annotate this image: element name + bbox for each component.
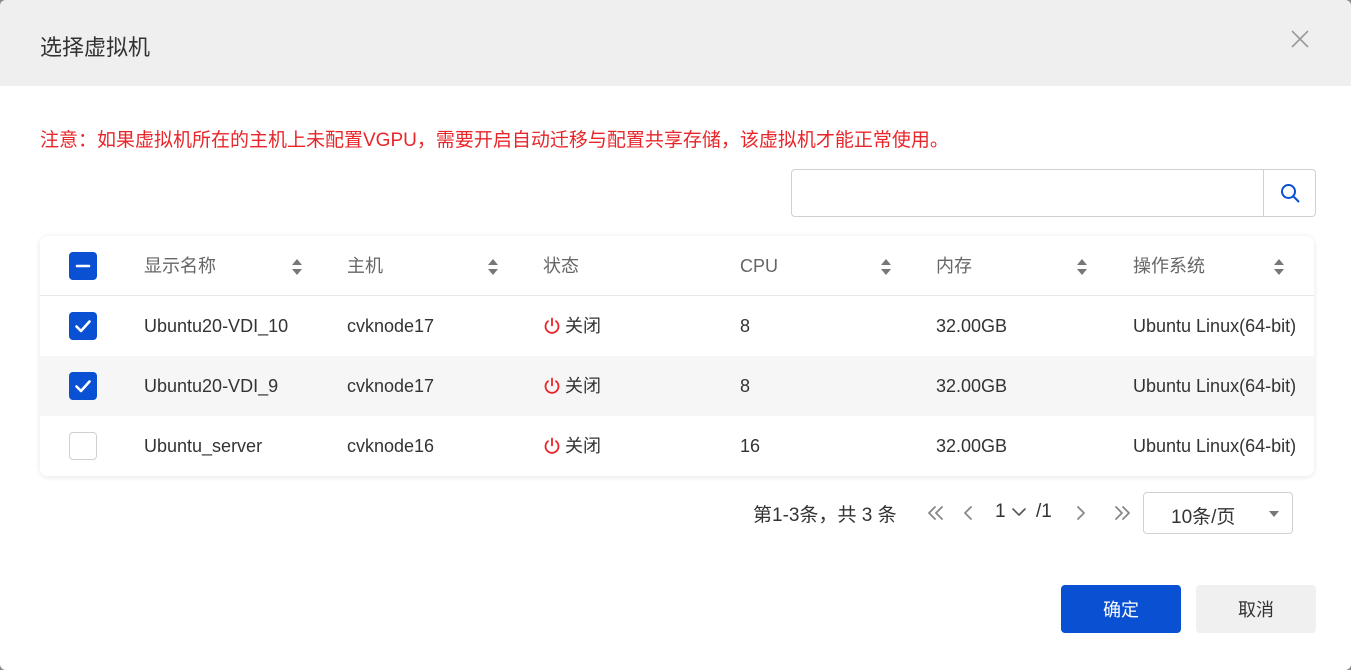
chevron-down-icon (1010, 503, 1028, 521)
page-summary: 第1-3条，共 3 条 (753, 505, 897, 526)
vm-cpu: 16 (740, 436, 761, 456)
last-page-button[interactable] (1111, 502, 1133, 524)
header-host[interactable]: 主机 (347, 236, 383, 296)
minus-icon (75, 264, 91, 268)
current-page-select[interactable]: 1 (995, 501, 1028, 523)
caret-down-icon (1268, 508, 1280, 520)
pagination: 第1-3条，共 3 条 1 /1 10条/页 (0, 492, 1351, 534)
vm-memory: 32.00GB (936, 376, 1008, 396)
notice-text: 注意：如果虚拟机所在的主机上未配置VGPU，需要开启自动迁移与配置共享存储，该虚… (40, 130, 949, 151)
dialog-header: 选择虚拟机 (0, 0, 1351, 86)
row-checkbox[interactable] (69, 432, 97, 460)
select-all-checkbox[interactable] (69, 252, 97, 280)
table-row[interactable]: Ubuntu20-VDI_10 cvknode17 关闭 8 32.00GB U… (40, 296, 1314, 356)
vm-name: Ubuntu_server (144, 436, 263, 456)
vm-name: Ubuntu20-VDI_10 (144, 316, 289, 336)
power-icon (543, 317, 561, 335)
dialog-title: 选择虚拟机 (40, 35, 151, 60)
sort-icon[interactable] (1272, 256, 1286, 278)
vm-os: Ubuntu Linux(64-bit) (1133, 436, 1297, 456)
vm-memory: 32.00GB (936, 436, 1008, 456)
double-chevron-right-icon (1115, 506, 1130, 520)
vm-table: 显示名称 主机 状态 CPU 内存 操作系统 Ubuntu20-VDI_10 c… (40, 236, 1314, 476)
vm-name: Ubuntu20-VDI_9 (144, 376, 279, 396)
header-cpu[interactable]: CPU (740, 236, 778, 296)
double-chevron-left-icon (928, 506, 943, 520)
next-page-button[interactable] (1070, 502, 1092, 524)
header-name[interactable]: 显示名称 (144, 236, 216, 296)
confirm-button[interactable]: 确定 (1061, 585, 1181, 633)
cancel-button[interactable]: 取消 (1196, 585, 1316, 633)
vm-os: Ubuntu Linux(64-bit) (1133, 376, 1297, 396)
total-pages: /1 (1036, 501, 1052, 522)
table-row[interactable]: Ubuntu_server cvknode16 关闭 16 32.00GB Ub… (40, 416, 1314, 476)
sort-icon[interactable] (879, 256, 893, 278)
search-icon (1280, 184, 1299, 203)
prev-page-button[interactable] (957, 502, 979, 524)
vm-status: 关闭 (543, 416, 601, 476)
vm-status: 关闭 (543, 296, 601, 356)
vm-status: 关闭 (543, 356, 601, 416)
check-icon (75, 380, 91, 393)
power-icon (543, 377, 561, 395)
row-checkbox[interactable] (69, 372, 97, 400)
sort-icon[interactable] (290, 256, 304, 278)
search-button[interactable] (1263, 170, 1315, 216)
vm-status-label: 关闭 (565, 316, 601, 336)
vm-os: Ubuntu Linux(64-bit) (1133, 316, 1297, 336)
vm-cpu: 8 (740, 316, 751, 336)
table-header: 显示名称 主机 状态 CPU 内存 操作系统 (40, 236, 1314, 296)
vm-status-label: 关闭 (565, 436, 601, 456)
current-page: 1 (995, 501, 1006, 522)
header-os[interactable]: 操作系统 (1133, 236, 1205, 296)
vm-status-label: 关闭 (565, 376, 601, 396)
vm-memory: 32.00GB (936, 316, 1008, 336)
close-button[interactable] (1289, 28, 1311, 50)
vm-host: cvknode17 (347, 316, 435, 336)
select-vm-dialog: 选择虚拟机 注意：如果虚拟机所在的主机上未配置VGPU，需要开启自动迁移与配置共… (0, 0, 1351, 670)
vm-host: cvknode16 (347, 436, 435, 456)
sort-icon[interactable] (486, 256, 500, 278)
chevron-left-icon (964, 506, 972, 520)
search-input[interactable] (792, 170, 1263, 216)
close-icon (1291, 30, 1309, 48)
chevron-right-icon (1077, 506, 1085, 520)
sort-icon[interactable] (1075, 256, 1089, 278)
page-size-label: 10条/页 (1171, 507, 1236, 528)
vm-cpu: 8 (740, 376, 751, 396)
search-box (791, 169, 1316, 217)
header-status: 状态 (543, 256, 579, 276)
first-page-button[interactable] (925, 502, 947, 524)
power-icon (543, 437, 561, 455)
check-icon (75, 320, 91, 333)
header-memory[interactable]: 内存 (936, 236, 972, 296)
table-row[interactable]: Ubuntu20-VDI_9 cvknode17 关闭 8 32.00GB Ub… (40, 356, 1314, 416)
page-size-select[interactable]: 10条/页 (1143, 492, 1293, 534)
row-checkbox[interactable] (69, 312, 97, 340)
vm-host: cvknode17 (347, 376, 435, 396)
